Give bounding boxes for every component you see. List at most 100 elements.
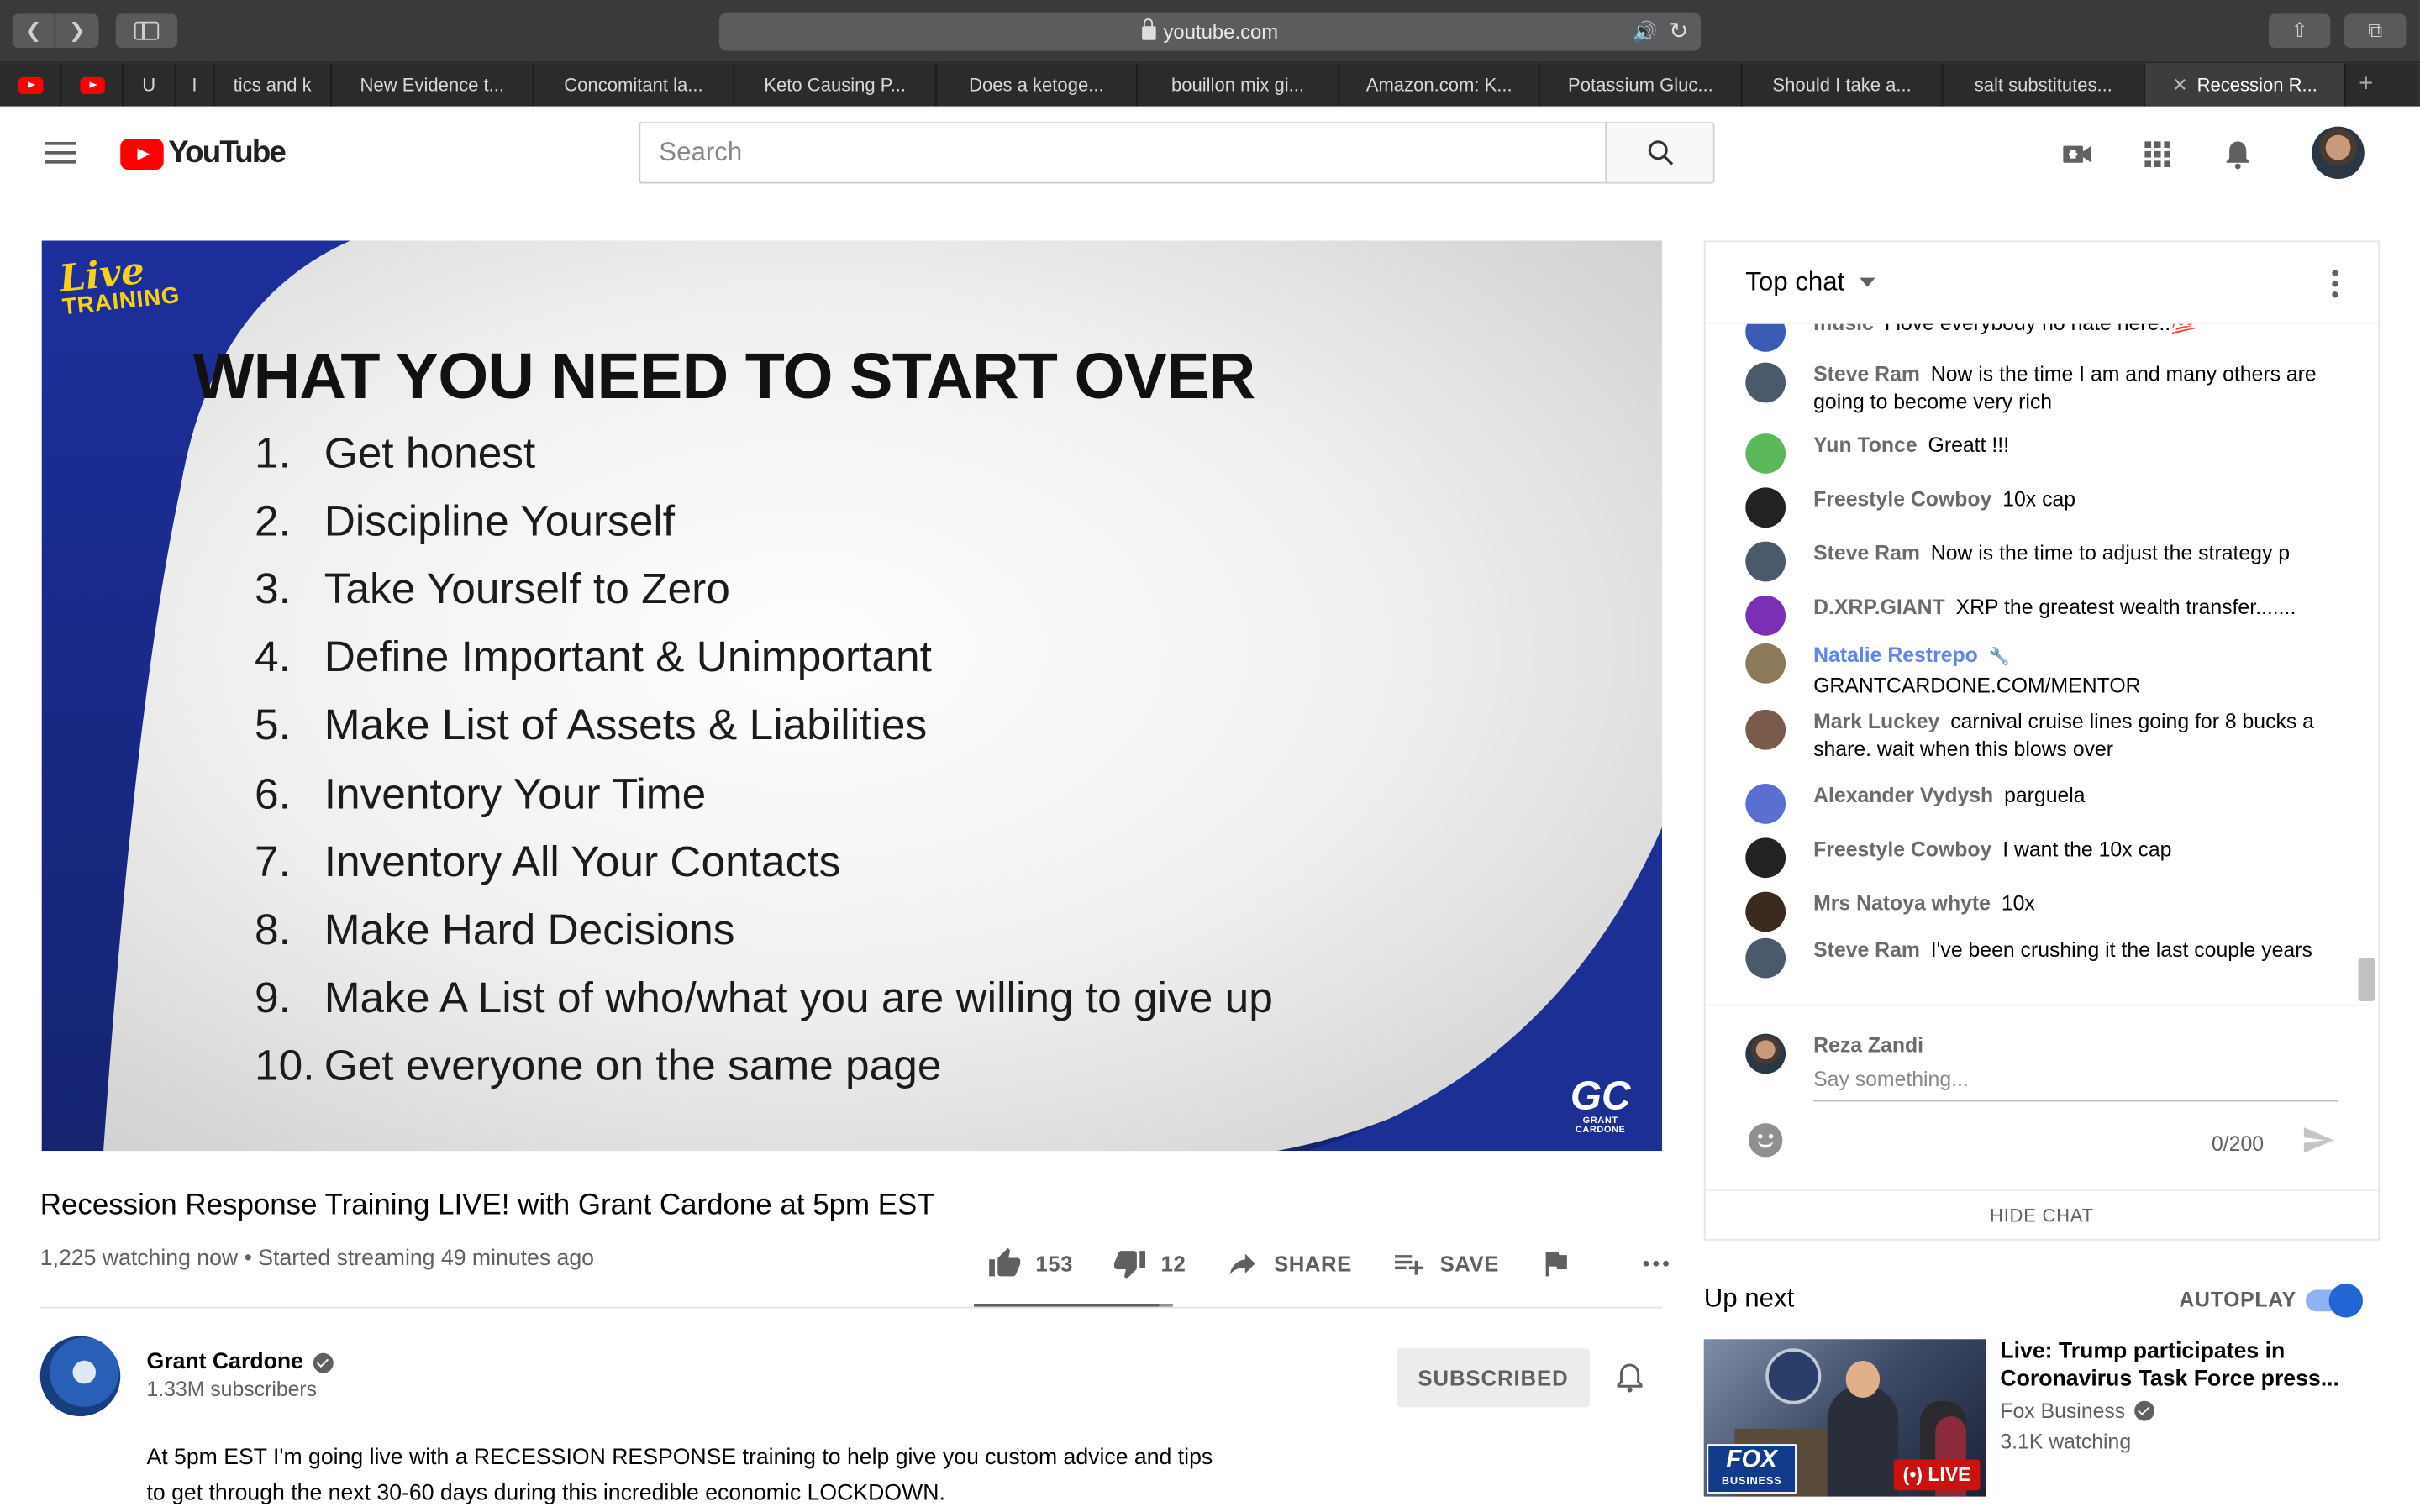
slide-item-text: Get honest (324, 428, 536, 477)
video-player[interactable]: Live TRAINING WHAT YOU NEED TO START OVE… (41, 240, 1663, 1152)
tab-label: Recession R... (2196, 74, 2317, 96)
chat-mode-selector[interactable]: Top chat (1745, 267, 1844, 298)
video-actions: 153 12 SHARE SAVE (987, 1247, 1727, 1280)
save-button[interactable]: SAVE (1392, 1247, 1499, 1280)
account-avatar[interactable] (2312, 126, 2365, 180)
browser-tab[interactable]: salt substitutes... (1943, 63, 2146, 107)
video-description: At 5pm EST I'm going live with a RECESSI… (146, 1445, 1213, 1506)
new-tab-icon[interactable]: + (2346, 63, 2386, 106)
browser-tab[interactable]: Should I take a... (1743, 63, 1944, 107)
chat-author-name[interactable]: D.XRP.GIANT (1813, 596, 1945, 619)
share-button[interactable]: ⇧ (2268, 13, 2331, 48)
report-button[interactable] (1539, 1247, 1587, 1280)
youtube-header: YouTube Search (0, 106, 2420, 199)
chat-messages[interactable]: music I love everybody no hate here..💯 Ste… (1706, 323, 2379, 1005)
flag-icon (1546, 1252, 1568, 1277)
chat-author-avatar (1745, 937, 1786, 979)
grant-cardone-logo: GC GRANT CARDONE (1570, 1072, 1631, 1136)
menu-icon[interactable] (45, 141, 76, 164)
apps-grid-icon[interactable] (2141, 137, 2175, 171)
slide-item-number: 5. (255, 701, 291, 749)
hide-chat-button[interactable]: HIDE CHAT (1705, 1189, 2379, 1241)
forward-button[interactable]: ❯ (55, 13, 99, 48)
recommended-watching: 3.1K watching (2000, 1430, 2132, 1454)
moderator-wrench-icon: 🔧 (1988, 648, 2010, 667)
dropdown-caret-icon[interactable] (1860, 277, 1876, 287)
browser-tab[interactable]: I (176, 63, 215, 107)
create-video-icon[interactable] (2060, 137, 2094, 171)
browser-tab[interactable]: Does a ketoge... (937, 63, 1138, 107)
video-title: Recession Response Training LIVE! with G… (39, 1189, 935, 1222)
chat-author-name[interactable]: Freestyle Cowboy (1813, 487, 1991, 511)
reload-icon[interactable]: ↻ (1669, 17, 1688, 45)
tab-label: New Evidence t... (360, 74, 505, 96)
slide-item-text: Inventory All Your Contacts (324, 837, 841, 885)
slide-item-number: 7. (255, 837, 291, 885)
notification-bell-icon[interactable] (1612, 1361, 1646, 1394)
tab-label: Does a ketoge... (969, 74, 1104, 96)
browser-tab[interactable]: New Evidence t... (332, 63, 534, 107)
chat-scrollbar[interactable] (2358, 958, 2375, 1002)
subscribed-button[interactable]: SUBSCRIBED (1397, 1348, 1590, 1408)
chat-message-input[interactable]: Say something... (1813, 1068, 2338, 1102)
browser-tab[interactable]: U (124, 63, 176, 107)
youtube-logo[interactable]: YouTube (120, 136, 287, 171)
channel-name[interactable]: Grant Cardone (146, 1350, 302, 1374)
pinned-tab[interactable] (61, 63, 124, 107)
speaker-icon[interactable]: 🔊 (1633, 20, 1658, 45)
browser-tab[interactable]: Keto Causing P... (734, 63, 937, 107)
broadcast-icon: (•) (1902, 1464, 1928, 1486)
more-actions-button[interactable] (1639, 1247, 1687, 1280)
chat-input-area: Reza Zandi Say something... 0/200 (1705, 1004, 2379, 1189)
current-user-name: Reza Zandi (1813, 1033, 1924, 1058)
pinned-tab[interactable] (0, 63, 62, 107)
share-video-button[interactable]: SHARE (1226, 1247, 1352, 1280)
tabs-icon: ⧉ (2368, 18, 2383, 42)
search-input[interactable]: Search (639, 122, 1607, 184)
verified-icon (312, 1352, 333, 1373)
chat-author-name[interactable]: Steve Ram (1813, 938, 1920, 962)
notifications-bell-icon[interactable] (2221, 137, 2254, 171)
sidebar-toggle-button[interactable] (115, 13, 178, 48)
show-tabs-button[interactable]: ⧉ (2344, 13, 2407, 48)
verified-icon (2134, 1400, 2155, 1421)
search-button[interactable] (1605, 122, 1715, 184)
chat-author-name[interactable]: music (1813, 324, 1874, 335)
browser-tab[interactable]: bouillon mix gi... (1138, 63, 1340, 107)
chat-author-name[interactable]: Mrs Natoya whyte (1813, 892, 1991, 916)
address-bar[interactable]: youtube.com 🔊 ↻ (718, 12, 1702, 51)
send-icon[interactable] (2300, 1123, 2337, 1157)
recommended-title[interactable]: Live: Trump participates in Coronavirus … (2000, 1337, 2354, 1393)
chat-author-name[interactable]: Mark Luckey (1813, 710, 1939, 733)
emoji-icon[interactable] (1748, 1123, 1783, 1158)
like-button[interactable]: 153 (987, 1247, 1073, 1280)
chat-author-name[interactable]: Steve Ram (1813, 363, 1920, 386)
channel-name-row[interactable]: Grant Cardone (146, 1350, 333, 1374)
chat-author-name[interactable]: Yun Tonce (1813, 433, 1918, 457)
recommended-channel[interactable]: Fox Business (2000, 1399, 2155, 1422)
chat-author-avatar (1745, 541, 1786, 582)
autoplay-toggle[interactable] (2306, 1284, 2363, 1318)
browser-tab[interactable]: Concomitant la... (534, 63, 735, 107)
browser-tab[interactable]: Potassium Gluc... (1540, 63, 1743, 107)
channel-avatar[interactable] (39, 1336, 121, 1417)
chat-more-icon[interactable] (2332, 270, 2338, 298)
slide-list-item: 4. Define Important & Unimportant (255, 624, 1273, 692)
back-button[interactable]: ❮ (12, 13, 56, 48)
tab-label: Should I take a... (1772, 74, 1912, 96)
chat-author-name[interactable]: Steve Ram (1813, 542, 1920, 565)
browser-tab[interactable]: tics and k (214, 63, 332, 107)
tab-label: bouillon mix gi... (1171, 74, 1305, 96)
subscriber-count: 1.33M subscribers (146, 1378, 318, 1401)
chat-message-text: 10x cap (2002, 487, 2076, 511)
chat-author-name[interactable]: Natalie Restrepo (1813, 643, 1978, 667)
browser-tab[interactable]: ✕ Recession R... (2145, 63, 2346, 107)
dislike-button[interactable]: 12 (1113, 1247, 1186, 1280)
recommended-thumbnail[interactable]: FOX BUSINESS (•) LIVE (1703, 1339, 1986, 1497)
browser-tab[interactable]: Amazon.com: K... (1339, 63, 1541, 107)
chat-author-name[interactable]: Freestyle Cowboy (1813, 837, 1991, 861)
chat-author-name[interactable]: Alexander Vydysh (1813, 784, 1993, 807)
tab-bar: U Itics and k New Evidence t... Concomitant… (0, 63, 2420, 107)
screen: ❮ ❯ youtube.com 🔊 ↻ ⇧ ⧉ U Itics and k New … (0, 0, 2420, 1512)
close-tab-icon[interactable]: ✕ (2172, 74, 2187, 96)
